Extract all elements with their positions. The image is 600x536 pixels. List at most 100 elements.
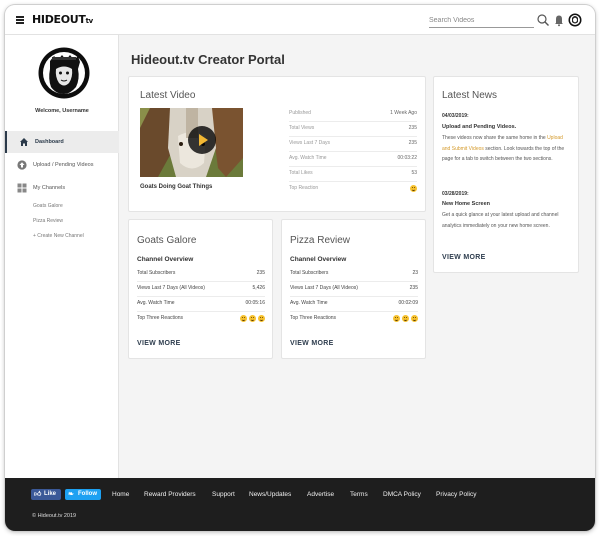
search-icon[interactable]	[536, 13, 550, 27]
grin-emoji-icon	[402, 315, 409, 322]
stat-label: Top Three Reactions	[290, 315, 337, 321]
smile-emoji-icon	[258, 315, 265, 322]
cry-laugh-emoji-icon	[411, 315, 418, 322]
top-bar: HIDEOUTtv	[5, 5, 595, 35]
hamburger-icon[interactable]	[16, 16, 24, 24]
stat-value: 5,426	[252, 285, 265, 291]
stat-label: Avg. Watch Time	[289, 155, 327, 161]
create-channel-link[interactable]: + Create New Channel	[33, 233, 84, 239]
stat-value: 1 Week Ago	[390, 110, 417, 116]
stat-avg-watch-time: Avg. Watch Time 00:05:16	[137, 300, 265, 310]
stat-label: Total Likes	[289, 170, 313, 176]
channel-name[interactable]: Pizza Review	[290, 235, 350, 246]
stat-value: 53	[411, 170, 417, 176]
sidebar-item-label: Dashboard	[35, 139, 64, 145]
stat-label: Avg. Watch Time	[290, 300, 328, 306]
divider	[289, 181, 417, 182]
user-avatar-icon[interactable]	[568, 13, 582, 27]
stat-avg-watch-time: Avg. Watch Time 00:02:09	[290, 300, 418, 310]
divider	[137, 281, 265, 282]
stat-value: 00:05:16	[245, 300, 265, 306]
stat-value: 00:02:09	[398, 300, 418, 306]
divider	[289, 166, 417, 167]
news-date: 03/28/2019:	[442, 191, 469, 197]
app-window: HIDEOUTtv Welcome, Username	[5, 5, 595, 531]
view-more-button[interactable]: VIEW MORE	[290, 340, 334, 347]
stat-label: Views Last 7 Days	[289, 140, 331, 146]
stat-label: Avg. Watch Time	[137, 300, 175, 306]
stat-value: 235	[408, 140, 417, 146]
divider	[137, 296, 265, 297]
stat-label: Top Three Reactions	[137, 315, 184, 321]
sidebar-channel-goats-galore[interactable]: Goats Galore	[33, 203, 63, 209]
sidebar-item-label: Upload / Pending Videos	[33, 162, 94, 168]
sidebar-item-upload[interactable]: Upload / Pending Videos	[5, 154, 119, 176]
sidebar-channel-pizza-review[interactable]: Pizza Review	[33, 218, 63, 224]
stat-total-views: Total Views 235	[289, 125, 417, 135]
news-text: These videos now share the same home in …	[442, 135, 548, 141]
footer-link-reward-providers[interactable]: Reward Providers	[144, 491, 196, 498]
bell-icon[interactable]	[552, 13, 566, 27]
welcome-text: Welcome, Username	[35, 108, 89, 114]
stat-value: 235	[256, 270, 265, 276]
footer-link-terms[interactable]: Terms	[350, 491, 368, 498]
logo[interactable]: HIDEOUTtv	[32, 13, 93, 26]
stat-label: Views Last 7 Days (All Videos)	[290, 285, 358, 291]
profile-avatar[interactable]	[38, 47, 90, 99]
like-label: Like	[44, 491, 57, 497]
sidebar-item-label: My Channels	[33, 185, 66, 191]
divider	[289, 136, 417, 137]
laugh-emoji-icon	[410, 185, 417, 192]
grid-icon	[17, 183, 27, 193]
laugh-emoji-icon	[393, 315, 400, 322]
divider	[289, 151, 417, 152]
divider	[290, 296, 418, 297]
stat-value: 235	[409, 285, 418, 291]
footer-link-support[interactable]: Support	[212, 491, 235, 498]
wow-emoji-icon	[249, 315, 256, 322]
facebook-like-button[interactable]: 👍︎ Like	[31, 489, 61, 500]
view-more-button[interactable]: VIEW MORE	[442, 254, 486, 261]
footer-link-privacy-policy[interactable]: Privacy Policy	[436, 491, 476, 498]
thumbs-up-icon: 👍︎	[34, 491, 42, 498]
divider	[290, 281, 418, 282]
footer-link-advertise[interactable]: Advertise	[307, 491, 334, 498]
stat-label: Total Subscribers	[290, 270, 329, 276]
logo-text: HIDEOUT	[32, 13, 86, 26]
channel-overview-heading: Channel Overview	[137, 256, 194, 263]
stat-value: 23	[412, 270, 418, 276]
stat-avg-watch-time: Avg. Watch Time 00:03:22	[289, 155, 417, 165]
stat-label: Published	[289, 110, 311, 116]
view-more-button[interactable]: VIEW MORE	[137, 340, 181, 347]
logo-tv: tv	[85, 17, 94, 25]
card-title: Latest News	[442, 90, 498, 101]
channel-name[interactable]: Goats Galore	[137, 235, 196, 246]
stat-views-7-days: Views Last 7 Days (All Videos) 5,426	[137, 285, 265, 295]
news-headline: Upload and Pending Videos.	[442, 124, 517, 130]
footer-link-dmca-policy[interactable]: DMCA Policy	[383, 491, 421, 498]
news-date: 04/03/2019:	[442, 113, 469, 119]
play-icon[interactable]	[188, 126, 216, 154]
upload-icon	[17, 160, 27, 170]
home-icon	[20, 138, 28, 146]
video-title[interactable]: Goats Doing Goat Things	[140, 184, 212, 190]
search-input[interactable]	[429, 14, 534, 28]
divider	[289, 121, 417, 122]
video-thumbnail[interactable]	[140, 108, 243, 177]
stat-views-7-days: Views Last 7 Days (All Videos) 235	[290, 285, 418, 295]
twitter-follow-button[interactable]: ❧ Follow	[65, 489, 101, 500]
follow-label: Follow	[78, 491, 97, 497]
reaction-group	[238, 315, 265, 322]
stat-total-subscribers: Total Subscribers 235	[137, 270, 265, 280]
footer: 👍︎ Like ❧ Follow Home Reward Providers Sup…	[5, 478, 595, 531]
sidebar-item-my-channels[interactable]: My Channels	[5, 177, 119, 199]
reaction-group	[391, 315, 418, 322]
stat-published: Published 1 Week Ago	[289, 110, 417, 120]
channel-card-pizza-review: Pizza Review Channel Overview Total Subs…	[281, 219, 426, 359]
footer-link-home[interactable]: Home	[112, 491, 129, 498]
channel-card-goats-galore: Goats Galore Channel Overview Total Subs…	[128, 219, 273, 359]
page-title: Hideout.tv Creator Portal	[131, 52, 285, 67]
footer-link-news-updates[interactable]: News/Updates	[249, 491, 291, 498]
stat-label: Total Views	[289, 125, 315, 131]
sidebar-item-dashboard[interactable]: Dashboard	[5, 131, 119, 153]
